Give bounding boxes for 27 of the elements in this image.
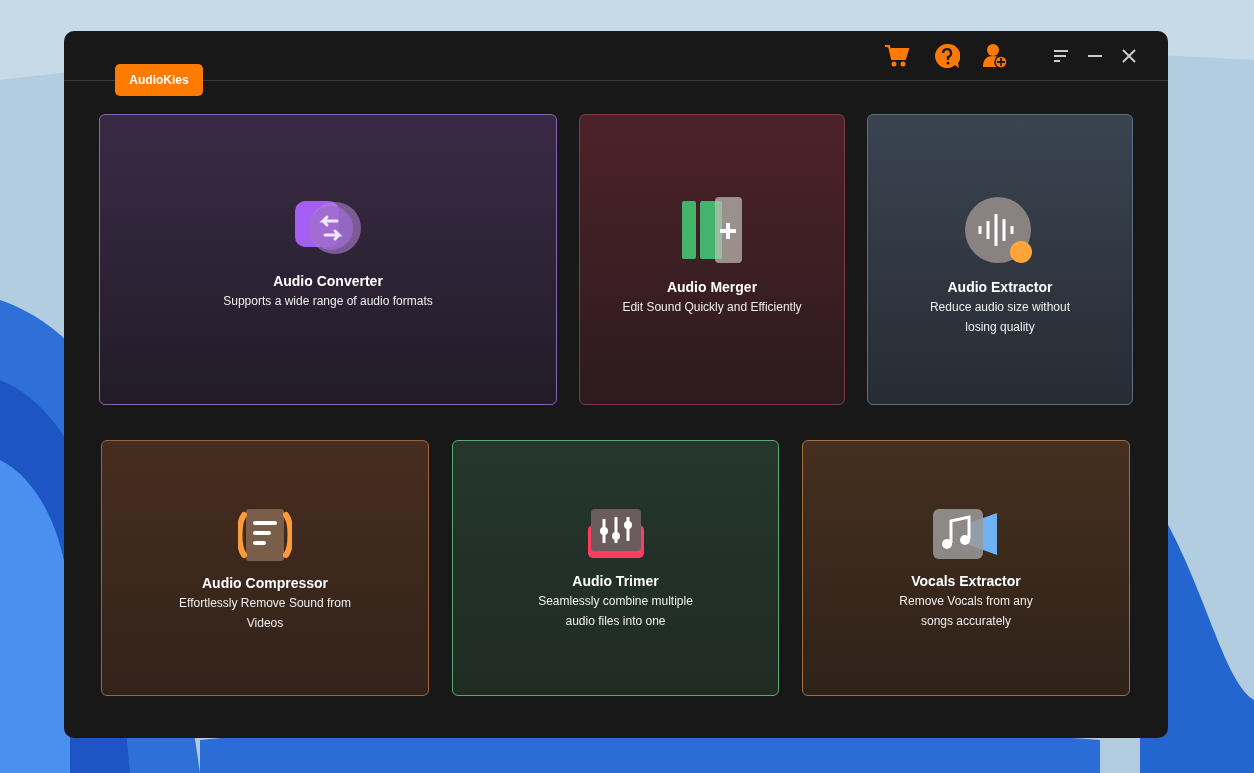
card-title: Audio Trimer [572,573,659,589]
card-title: Audio Extractor [947,279,1053,295]
tool-card[interactable]: Audio Merger Edit Sound Quickly and Efficiently [579,114,845,405]
sliders-icon [585,509,646,559]
waveform-icon [965,197,1035,265]
card-title: Vocals Extractor [911,573,1021,589]
card-description: Remove Vocals from any songs accurately [898,593,1034,630]
card-title: Audio Merger [666,279,758,295]
card-description: Effortlessly Remove Sound from Videos [178,595,352,632]
card-description: Seamlessly combine multiple audio files into one [537,593,694,630]
app-logo: AudioKies [115,64,203,96]
music-note-icon [933,509,999,559]
card-description: Edit Sound Quickly and Efficiently [622,299,802,316]
merge-icon [680,197,744,265]
add-user-icon[interactable] [982,42,1008,69]
card-title: Audio Compressor [202,575,328,591]
card-description: Reduce audio size without losing quality [928,299,1072,336]
card-description: Supports a wide range of audio formats [223,293,433,310]
tool-card[interactable]: Vocals Extractor Remove Vocals from any songs accurately [802,440,1130,696]
card-title: Audio Converter [273,273,383,289]
tool-card[interactable]: Audio Compressor Effortlessly Remove Sound from Videos [101,440,429,696]
tool-card[interactable]: Audio Converter Supports a wide range of audio formats [99,114,557,405]
help-icon[interactable] [934,42,960,69]
cart-icon[interactable] [884,42,910,69]
compress-icon [238,509,292,561]
tool-card[interactable]: Audio Extractor Reduce audio size without losing quality [867,114,1133,405]
tool-card[interactable]: Audio Trimer Seamlessly combine multiple audio files into one [452,440,779,696]
